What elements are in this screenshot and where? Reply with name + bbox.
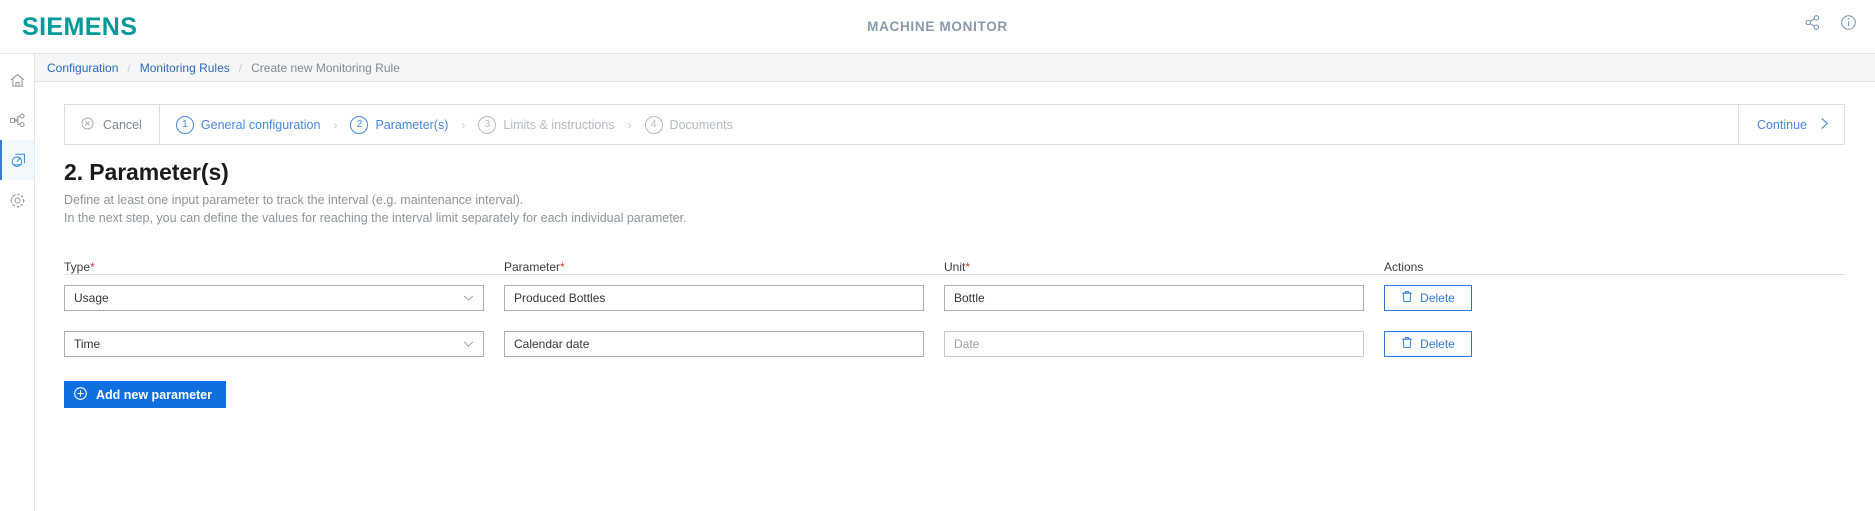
wizard-steps: 1 General configuration › 2 Parameter(s)… bbox=[160, 105, 1738, 144]
wizard-step-3-label: Limits & instructions bbox=[503, 117, 615, 132]
table-row: Usage Produced Bottles Bottle Delete bbox=[64, 275, 1845, 321]
column-header-actions: Actions bbox=[1384, 260, 1424, 274]
plus-circle-icon bbox=[73, 386, 88, 404]
sidebar-item-home[interactable] bbox=[0, 60, 34, 100]
continue-label: Continue bbox=[1756, 117, 1807, 132]
unit-input-row-2-value: Date bbox=[954, 337, 980, 351]
trash-icon bbox=[1401, 336, 1413, 352]
chevron-right-icon: › bbox=[461, 117, 466, 132]
type-select-row-1[interactable]: Usage bbox=[64, 285, 484, 311]
chevron-down-icon bbox=[463, 295, 474, 302]
left-nav-rail bbox=[0, 54, 35, 511]
row-2-parameter-cell: Calendar date bbox=[504, 331, 944, 357]
cancel-label: Cancel bbox=[103, 117, 142, 132]
sidebar-item-hierarchy[interactable] bbox=[0, 100, 34, 140]
breadcrumb: Configuration / Monitoring Rules / Creat… bbox=[35, 54, 1875, 82]
page-subtitle-line-2: In the next step, you can define the val… bbox=[64, 211, 687, 225]
type-select-row-2[interactable]: Time bbox=[64, 331, 484, 357]
required-asterisk: * bbox=[90, 260, 95, 274]
app-title: MACHINE MONITOR bbox=[867, 19, 1008, 34]
wizard-step-4[interactable]: 4 Documents bbox=[644, 115, 733, 134]
required-asterisk: * bbox=[560, 260, 565, 274]
parameter-input-row-1-value: Produced Bottles bbox=[514, 291, 606, 305]
wizard-step-1-label: General configuration bbox=[200, 117, 321, 132]
page-subtitle-line-1: Define at least one input parameter to t… bbox=[64, 193, 524, 207]
wizard-step-1[interactable]: 1 General configuration bbox=[175, 115, 321, 134]
unit-input-row-1[interactable]: Bottle bbox=[944, 285, 1364, 311]
column-header-type: Type* bbox=[64, 260, 504, 274]
breadcrumb-separator: / bbox=[238, 60, 243, 75]
table-header-row: Type* Parameter* Unit* Actions bbox=[64, 249, 1845, 275]
breadcrumb-item-configuration[interactable]: Configuration bbox=[47, 61, 118, 75]
share-nodes-icon[interactable] bbox=[1804, 14, 1821, 31]
required-asterisk: * bbox=[965, 260, 971, 274]
row-1-actions-cell: Delete bbox=[1384, 285, 1564, 311]
wizard-step-2-label: Parameter(s) bbox=[375, 117, 449, 132]
row-1-unit-cell: Bottle bbox=[944, 285, 1384, 311]
row-2-unit-cell: Date bbox=[944, 331, 1384, 357]
row-1-type-cell: Usage bbox=[64, 285, 504, 311]
info-circle-icon[interactable] bbox=[1840, 14, 1857, 31]
wizard-step-3[interactable]: 3 Limits & instructions bbox=[478, 115, 615, 134]
header-actions bbox=[1804, 14, 1857, 31]
type-select-row-2-value: Time bbox=[74, 337, 101, 351]
wizard-step-2[interactable]: 2 Parameter(s) bbox=[350, 115, 449, 134]
wizard-step-bar: Cancel 1 General configuration › 2 Param… bbox=[64, 104, 1845, 145]
page-heading-block: 2. Parameter(s) Define at least one inpu… bbox=[64, 159, 1875, 227]
chevron-right-icon: › bbox=[627, 117, 632, 132]
breadcrumb-item-current: Create new Monitoring Rule bbox=[251, 60, 400, 75]
sidebar-item-monitoring-rules[interactable] bbox=[0, 140, 34, 180]
continue-button[interactable]: Continue bbox=[1737, 105, 1844, 144]
parameters-table: Type* Parameter* Unit* Actions Usage Pro… bbox=[64, 249, 1845, 367]
wizard-step-4-number: 4 bbox=[644, 115, 663, 134]
delete-button-row-2-label: Delete bbox=[1420, 337, 1455, 351]
wizard-step-4-label: Documents bbox=[669, 117, 733, 132]
delete-button-row-1-label: Delete bbox=[1420, 291, 1455, 305]
wizard-step-2-number: 2 bbox=[350, 115, 369, 134]
top-header: SIEMENS MACHINE MONITOR bbox=[0, 0, 1875, 54]
column-header-parameter-label: Parameter bbox=[504, 260, 561, 274]
cancel-button[interactable]: Cancel bbox=[65, 105, 160, 144]
parameter-input-row-1[interactable]: Produced Bottles bbox=[504, 285, 924, 311]
unit-input-row-1-value: Bottle bbox=[954, 291, 985, 305]
parameter-input-row-2[interactable]: Calendar date bbox=[504, 331, 924, 357]
delete-button-row-1[interactable]: Delete bbox=[1384, 285, 1472, 311]
close-circle-icon bbox=[80, 116, 95, 134]
delete-button-row-2[interactable]: Delete bbox=[1384, 331, 1472, 357]
main-content: Configuration / Monitoring Rules / Creat… bbox=[35, 54, 1875, 511]
trash-icon bbox=[1401, 290, 1413, 306]
unit-input-row-2[interactable]: Date bbox=[944, 331, 1364, 357]
chevron-down-icon bbox=[463, 341, 474, 348]
add-new-parameter-label: Add new parameter bbox=[96, 387, 213, 402]
parameter-input-row-2-value: Calendar date bbox=[514, 337, 590, 351]
chevron-right-icon bbox=[1819, 117, 1830, 133]
sidebar-item-settings[interactable] bbox=[0, 180, 34, 220]
column-header-unit: Unit* bbox=[944, 260, 1384, 274]
wizard-step-3-number: 3 bbox=[478, 115, 497, 134]
column-header-parameter: Parameter* bbox=[504, 260, 944, 274]
add-new-parameter-button[interactable]: Add new parameter bbox=[64, 381, 227, 408]
row-2-type-cell: Time bbox=[64, 331, 504, 357]
column-header-unit-label: Unit bbox=[944, 260, 966, 274]
breadcrumb-separator: / bbox=[127, 60, 131, 75]
column-header-type-label: Type bbox=[64, 260, 91, 274]
page-title: 2. Parameter(s) bbox=[64, 159, 229, 185]
app-body: Configuration / Monitoring Rules / Creat… bbox=[0, 54, 1875, 511]
row-2-actions-cell: Delete bbox=[1384, 331, 1564, 357]
chevron-right-icon: › bbox=[333, 117, 338, 132]
wizard-step-1-number: 1 bbox=[175, 115, 194, 134]
table-row: Time Calendar date Date Delete bbox=[64, 321, 1845, 367]
type-select-row-1-value: Usage bbox=[74, 291, 109, 305]
row-1-parameter-cell: Produced Bottles bbox=[504, 285, 944, 311]
breadcrumb-item-monitoring-rules[interactable]: Monitoring Rules bbox=[140, 61, 230, 75]
